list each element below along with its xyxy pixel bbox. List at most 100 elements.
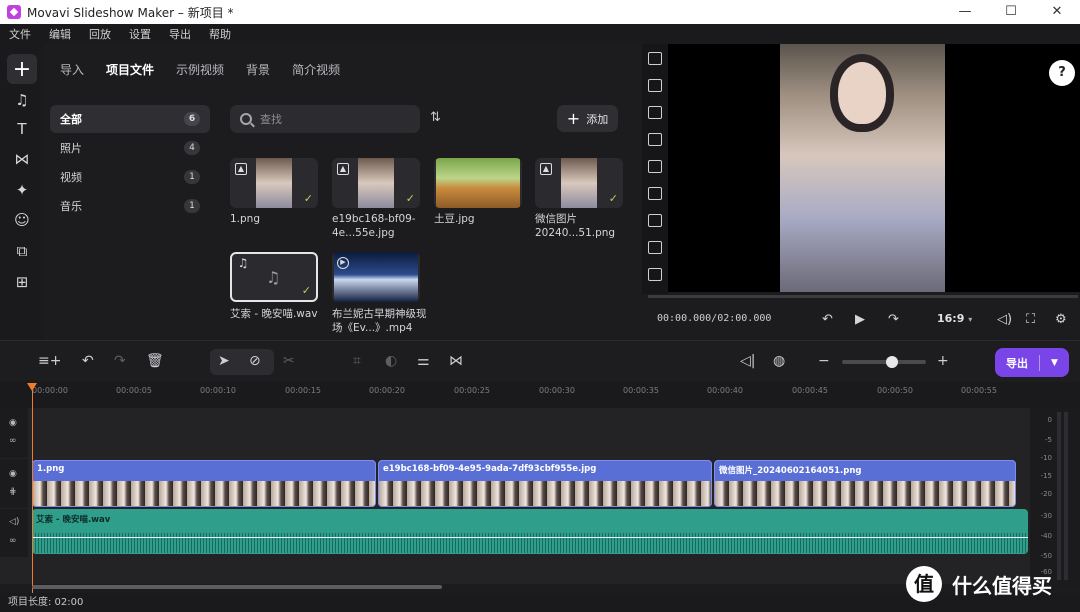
preview-player[interactable]: [668, 44, 1080, 292]
transition-icon[interactable]: ⋈: [7, 144, 37, 174]
title-bar: Movavi Slideshow Maker – 新项目 * — ☐ ✕: [0, 0, 1080, 24]
chevron-down-icon[interactable]: ▼: [1040, 358, 1069, 368]
ruler-label: 00:00:05: [116, 386, 152, 395]
video-clip[interactable]: 微信图片_20240602164051.png: [714, 460, 1016, 507]
shapes-icon[interactable]: ⧉: [7, 236, 37, 266]
add-icon[interactable]: +: [7, 54, 37, 84]
transition-track-icon[interactable]: ⋕: [9, 487, 17, 497]
aspect-ratio-select[interactable]: 16:9 ▾: [937, 312, 972, 325]
ruler-label: 00:00:40: [707, 386, 743, 395]
sticker-icon[interactable]: ☺: [7, 205, 37, 235]
volume-icon[interactable]: ◁): [9, 517, 19, 527]
color-adjust-icon[interactable]: ◐: [385, 353, 397, 369]
tab-intro-videos[interactable]: 简介视频: [292, 61, 340, 78]
image-type-icon: ▲: [337, 163, 349, 175]
scissors-icon[interactable]: ✂: [283, 353, 295, 369]
video-clip[interactable]: 1.png: [32, 460, 376, 507]
menu-file[interactable]: 文件: [0, 26, 40, 42]
redo-step-icon[interactable]: ↷: [888, 312, 899, 327]
cursor-icon[interactable]: ➤: [218, 353, 230, 369]
add-track-icon[interactable]: ≡+: [38, 353, 61, 369]
more-apps-icon[interactable]: ⊞: [7, 267, 37, 297]
menu-edit[interactable]: 编辑: [40, 26, 80, 42]
link-icon[interactable]: ∞: [9, 436, 17, 446]
timeline-scrollbar[interactable]: [32, 585, 442, 589]
media-item-6[interactable]: ▶: [332, 252, 420, 302]
media-item-4[interactable]: ▲ ✓: [535, 158, 623, 208]
eye-icon[interactable]: ◉: [9, 418, 17, 428]
media-item-1[interactable]: ▲ ✓: [230, 158, 318, 208]
category-count: 1: [184, 170, 200, 184]
chevron-down-icon: ▾: [968, 315, 973, 324]
meter-label: -50: [1040, 552, 1052, 560]
category-label: 照片: [60, 142, 82, 155]
search-input[interactable]: 查找: [230, 105, 420, 133]
export-label: 导出: [1006, 356, 1028, 370]
category-photos[interactable]: 照片 4: [50, 134, 210, 162]
meter-label: -20: [1040, 490, 1052, 498]
disable-icon[interactable]: ⊘: [249, 353, 261, 369]
media-thumbnail: [256, 158, 292, 208]
fullscreen-icon[interactable]: ⛶: [1026, 312, 1035, 327]
media-item-2[interactable]: ▲ ✓: [332, 158, 420, 208]
minimize-button[interactable]: —: [942, 0, 988, 24]
close-button[interactable]: ✕: [1034, 0, 1080, 24]
help-icon[interactable]: ?: [1049, 60, 1075, 86]
watermark-logo: 值: [906, 566, 942, 602]
category-music[interactable]: 音乐 1: [50, 192, 210, 220]
add-button[interactable]: + 添加: [557, 105, 618, 132]
used-check-icon: ✓: [405, 192, 415, 205]
category-count: 1: [184, 199, 200, 213]
zoom-out-icon[interactable]: −: [818, 353, 830, 369]
unlink-icon[interactable]: ∞: [9, 536, 17, 546]
menu-help[interactable]: 帮助: [200, 26, 240, 42]
eye-icon[interactable]: ◉: [9, 469, 17, 479]
media-item-5[interactable]: ♫ ♫ ✓: [230, 252, 318, 302]
menu-playback[interactable]: 回放: [80, 26, 120, 42]
volume-icon[interactable]: ◁): [997, 312, 1012, 327]
record-voice-icon[interactable]: ◁|: [740, 353, 755, 369]
playback-progress-bar[interactable]: [648, 295, 1078, 298]
volume-envelope[interactable]: [32, 537, 1028, 538]
clip-properties-icon[interactable]: ⚌: [417, 353, 430, 369]
category-videos[interactable]: 视频 1: [50, 163, 210, 191]
media-label: 艾索 - 晚安喵.wav: [230, 308, 318, 320]
clip-label: e19bc168-bf09-4e95-9ada-7df93cbf955e.jpg: [383, 464, 597, 474]
export-button[interactable]: 导出 ▼: [995, 348, 1069, 377]
zoom-slider[interactable]: [842, 360, 926, 364]
music-icon[interactable]: ♫: [7, 85, 37, 115]
media-tabs: 导入 项目文件 示例视频 背景 简介视频: [60, 61, 362, 78]
audio-type-icon: ♫: [237, 256, 249, 270]
meter-label: -15: [1040, 472, 1052, 480]
effects-icon[interactable]: ✦: [7, 175, 37, 205]
video-clip[interactable]: e19bc168-bf09-4e95-9ada-7df93cbf955e.jpg: [378, 460, 712, 507]
meter-bar-right: [1064, 412, 1068, 580]
timeline-ruler[interactable]: 00:00:00 00:00:05 00:00:10 00:00:15 00:0…: [0, 382, 1080, 408]
category-all[interactable]: 全部 6: [50, 105, 210, 133]
media-item-3[interactable]: [434, 158, 522, 208]
color-palette-icon[interactable]: ◍: [773, 353, 785, 369]
crop-icon[interactable]: ⌗: [353, 353, 361, 369]
text-icon[interactable]: T: [7, 114, 37, 144]
transition-wizard-icon[interactable]: ⋈: [449, 353, 463, 369]
menu-export[interactable]: 导出: [160, 26, 200, 42]
media-thumbnail: [561, 158, 597, 208]
audio-clip[interactable]: 艾索 - 晚安喵.wav: [32, 509, 1028, 554]
redo-icon[interactable]: ↷: [114, 353, 126, 369]
undo-icon[interactable]: ↶: [82, 353, 94, 369]
undo-step-icon[interactable]: ↶: [822, 312, 833, 327]
sort-icon[interactable]: ⇅: [430, 110, 441, 125]
playhead-line[interactable]: [32, 383, 33, 595]
play-icon[interactable]: ▶: [855, 312, 865, 327]
tab-sample-videos[interactable]: 示例视频: [176, 61, 224, 78]
delete-icon[interactable]: 🗑: [146, 353, 164, 369]
maximize-button[interactable]: ☐: [988, 0, 1034, 24]
zoom-in-icon[interactable]: +: [937, 353, 949, 369]
tab-project-files[interactable]: 项目文件: [106, 61, 154, 78]
tab-import[interactable]: 导入: [60, 61, 84, 78]
tab-backgrounds[interactable]: 背景: [246, 61, 270, 78]
watermark-text: 什么值得买: [952, 573, 1052, 598]
settings-gear-icon[interactable]: ⚙: [1055, 312, 1067, 327]
menu-settings[interactable]: 设置: [120, 26, 160, 42]
zoom-slider-handle[interactable]: [886, 356, 898, 368]
